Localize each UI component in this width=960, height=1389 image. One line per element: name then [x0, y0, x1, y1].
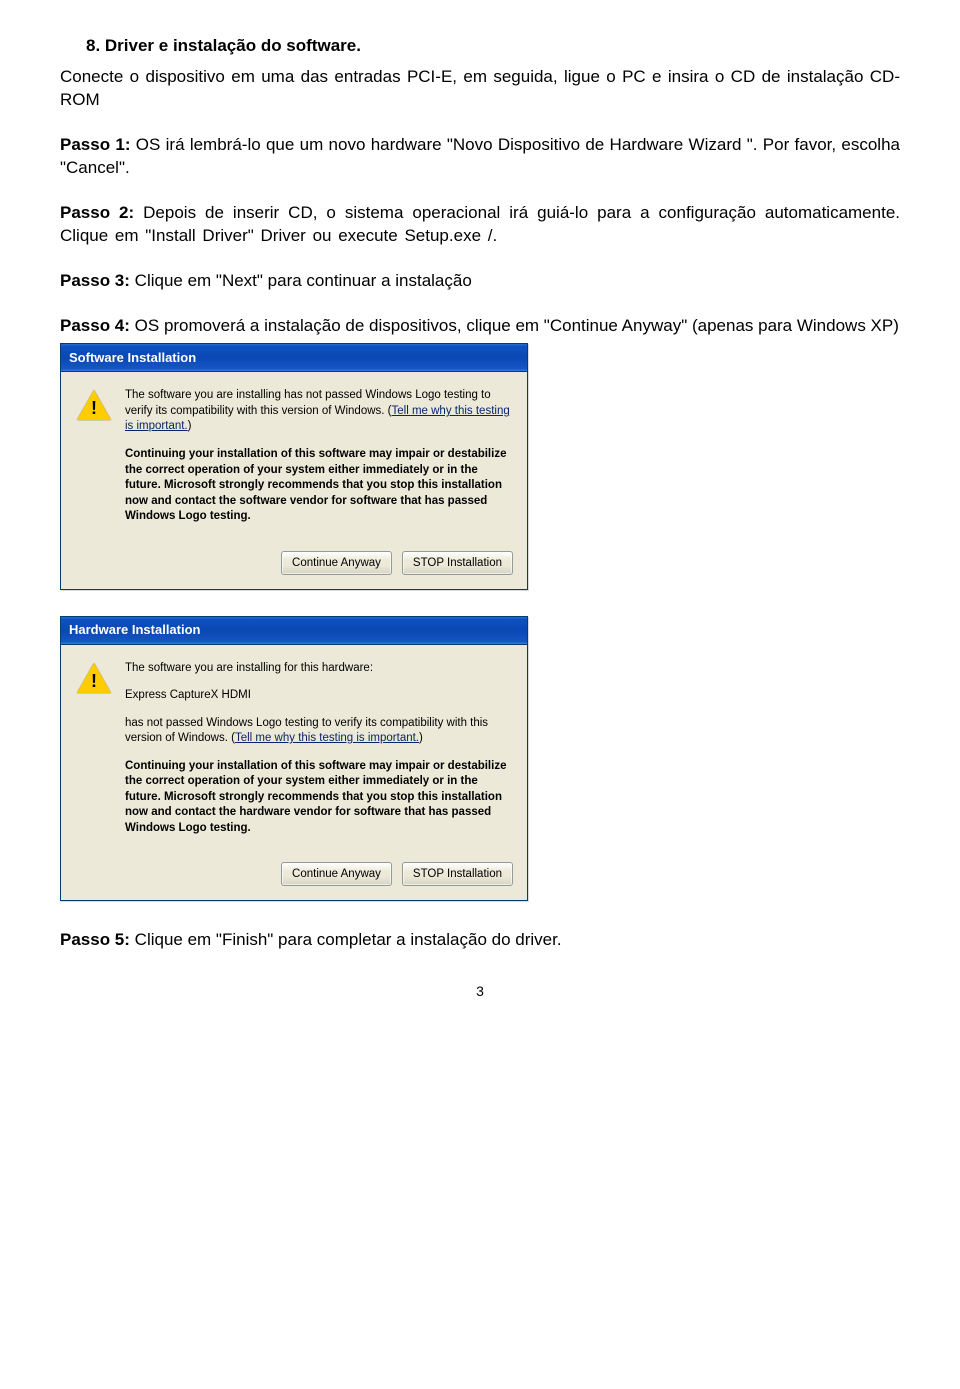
dialog-titlebar: Hardware Installation [61, 617, 527, 645]
step-4: Passo 4: OS promoverá a instalação de di… [60, 315, 900, 338]
stop-installation-button[interactable]: STOP Installation [402, 551, 513, 575]
continue-anyway-button[interactable]: Continue Anyway [281, 862, 392, 886]
step-2-label: Passo 2: [60, 203, 134, 222]
dialog2-p2: Continuing your installation of this sof… [125, 759, 511, 837]
dialog2-p0: The software you are installing for this… [125, 661, 511, 677]
step-5-label: Passo 5: [60, 930, 130, 949]
step-4-label: Passo 4: [60, 316, 130, 335]
dialog2-p1b: ) [419, 732, 423, 744]
dialog2-p1: has not passed Windows Logo testing to v… [125, 716, 511, 747]
software-installation-dialog: Software Installation ! The software you… [60, 343, 528, 589]
hardware-installation-dialog: Hardware Installation ! The software you… [60, 616, 528, 902]
tell-me-why-link[interactable]: Tell me why this testing is important. [235, 732, 419, 744]
step-5-text: Clique em "Finish" para completar a inst… [130, 930, 562, 949]
section-title: 8. Driver e instalação do software. [60, 35, 900, 58]
step-1: Passo 1: OS irá lembrá-lo que um novo ha… [60, 134, 900, 180]
step-4-text: OS promoverá a instalação de dispositivo… [130, 316, 899, 335]
step-2-text: Depois de inserir CD, o sistema operacio… [60, 203, 900, 245]
step-3: Passo 3: Clique em "Next" para continuar… [60, 270, 900, 293]
step-1-label: Passo 1: [60, 135, 131, 154]
dialog1-p1b: ) [188, 420, 192, 432]
warning-icon: ! [77, 663, 111, 697]
dialog2-device: Express CaptureX HDMI [125, 688, 511, 704]
intro-paragraph: Conecte o dispositivo em uma das entrada… [60, 66, 900, 112]
dialog-title: Software Installation [69, 349, 196, 367]
step-5: Passo 5: Clique em "Finish" para complet… [60, 929, 900, 952]
page-number: 3 [60, 982, 900, 1001]
dialog-text-1: The software you are installing has not … [125, 388, 511, 435]
step-2: Passo 2: Depois de inserir CD, o sistema… [60, 202, 900, 248]
step-3-label: Passo 3: [60, 271, 130, 290]
step-3-text: Clique em "Next" para continuar a instal… [130, 271, 472, 290]
dialog-titlebar: Software Installation [61, 344, 527, 372]
step-1-text: OS irá lembrá-lo que um novo hardware "N… [60, 135, 900, 177]
dialog-title: Hardware Installation [69, 621, 200, 639]
stop-installation-button[interactable]: STOP Installation [402, 862, 513, 886]
warning-icon: ! [77, 390, 111, 424]
dialog-text-2: Continuing your installation of this sof… [125, 447, 511, 525]
continue-anyway-button[interactable]: Continue Anyway [281, 551, 392, 575]
